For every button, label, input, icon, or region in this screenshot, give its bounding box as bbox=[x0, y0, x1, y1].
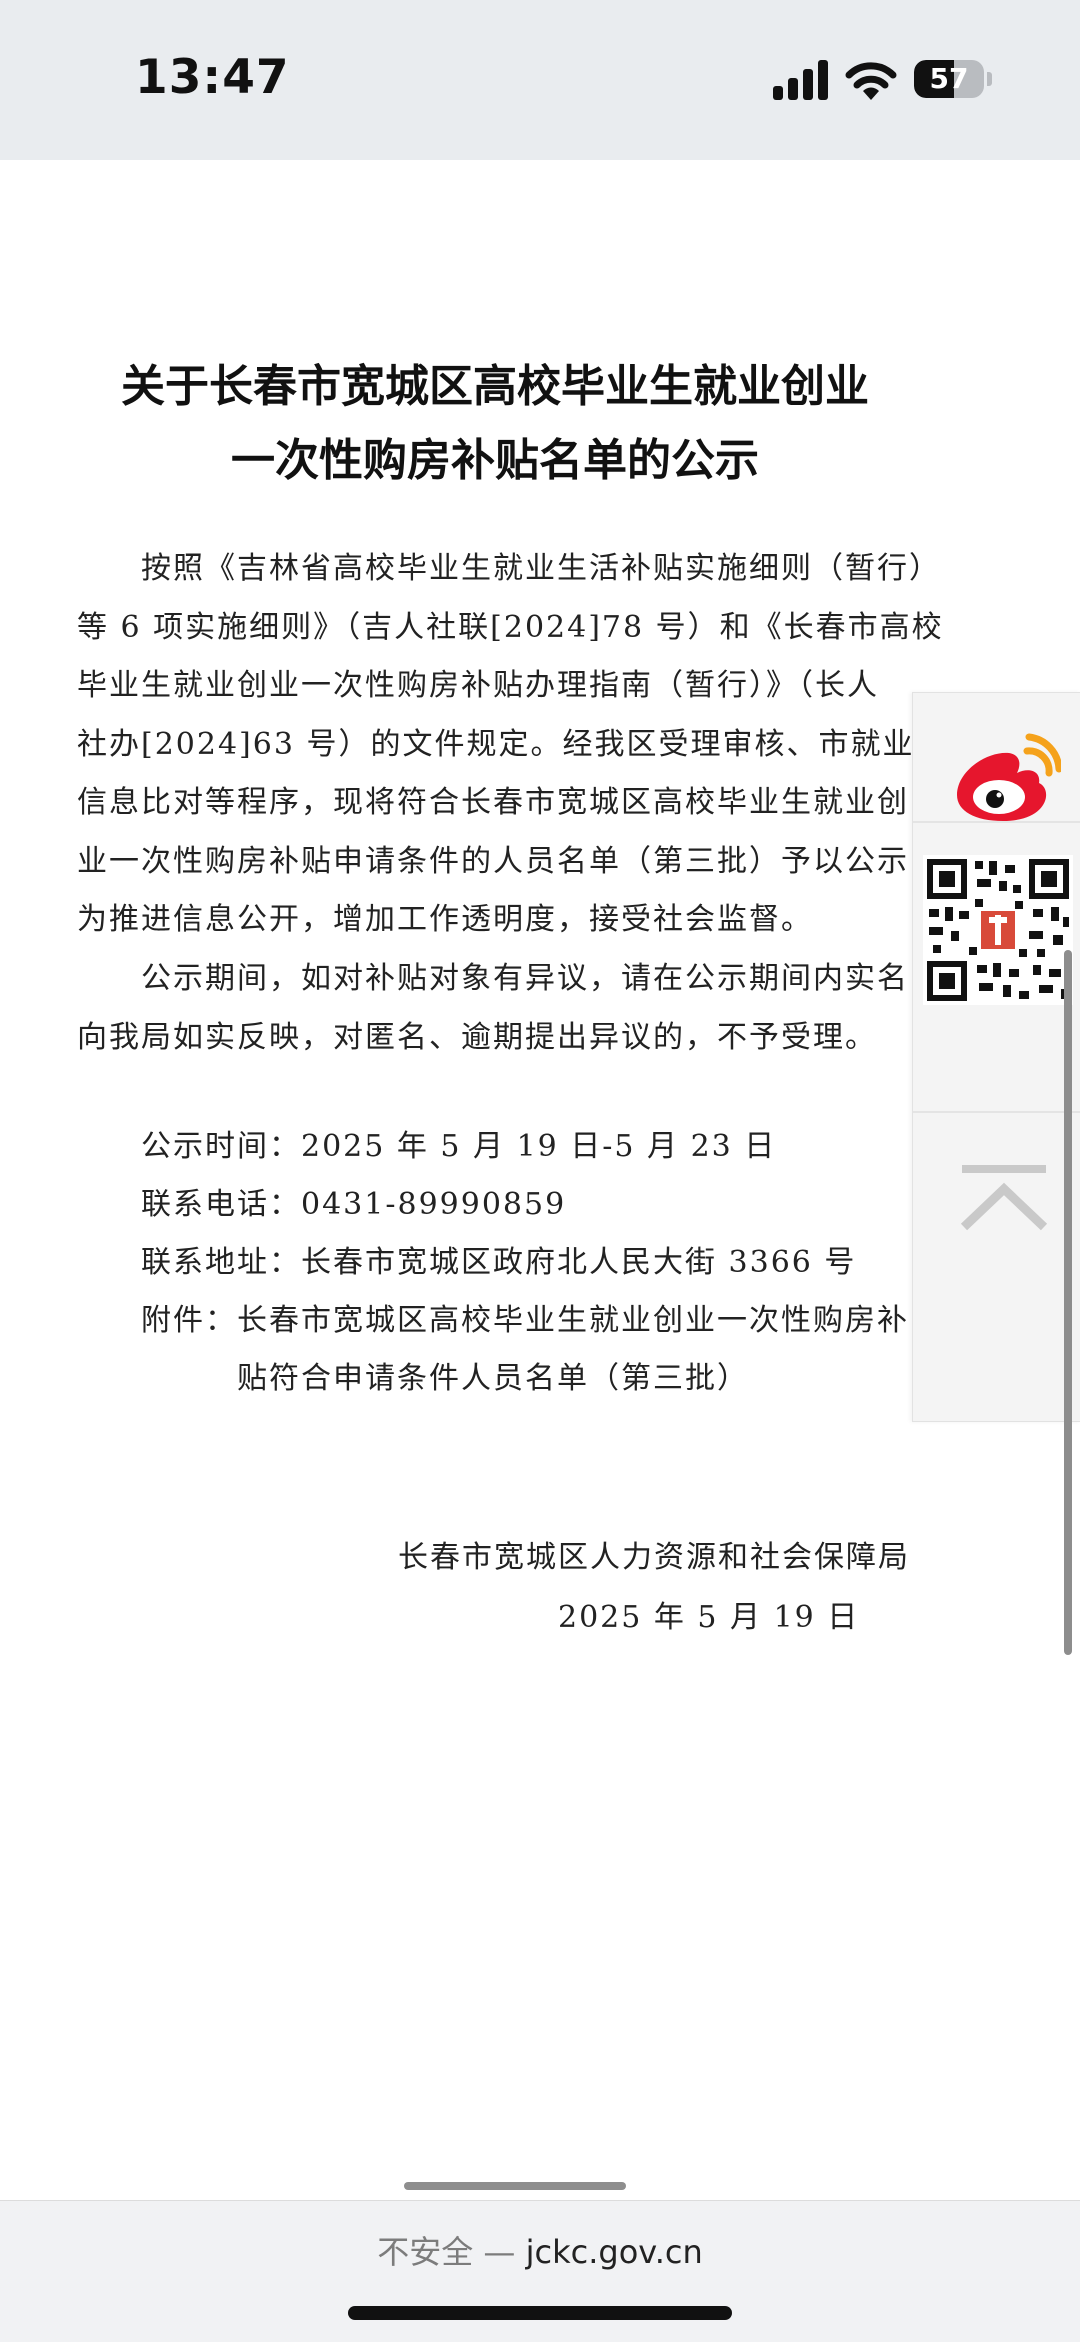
document-title: 关于长春市宽城区高校毕业生就业创业 一次性购房补贴名单的公示 bbox=[40, 350, 950, 498]
floating-share-panel bbox=[912, 692, 1080, 1422]
battery-icon: 57 bbox=[914, 60, 984, 98]
paragraph-line: 等 6 项实施细则》（吉人社联[2024]78 号）和《长春市高校 bbox=[77, 609, 944, 645]
wifi-icon bbox=[845, 62, 897, 100]
attachment-link[interactable]: 贴符合申请条件人员名单（第三批） bbox=[237, 1361, 749, 1396]
info-value: 2025 年 5 月 19 日-5 月 23 日 bbox=[301, 1129, 777, 1164]
title-line: 关于长春市宽城区高校毕业生就业创业 bbox=[121, 361, 869, 412]
paragraph-line: 毕业生就业创业一次性购房补贴办理指南（暂行）》（长人 bbox=[77, 668, 879, 703]
info-label: 附件： bbox=[141, 1303, 237, 1338]
info-attachment: 附件：长春市宽城区高校毕业生就业创业一次性购房补 bbox=[141, 1292, 909, 1350]
battery-level: 57 bbox=[929, 62, 969, 95]
paragraph-line: 信息比对等程序，现将符合长春市宽城区高校毕业生就业创 bbox=[77, 785, 909, 820]
browser-bottom-bar: 不安全 — jckc.gov.cn bbox=[0, 2200, 1080, 2342]
phone-number[interactable]: 0431-89990859 bbox=[301, 1187, 566, 1222]
qr-code-icon[interactable] bbox=[923, 855, 1073, 1005]
insecure-label: 不安全 — bbox=[377, 2233, 516, 2271]
weibo-icon[interactable] bbox=[949, 733, 1061, 825]
url-domain: jckc.gov.cn bbox=[525, 2233, 703, 2271]
paragraph-line: 业一次性购房补贴申请条件的人员名单（第三批）予以公示， bbox=[77, 843, 941, 879]
battery-cap bbox=[987, 72, 992, 86]
paragraph-line: 向我局如实反映，对匿名、逾期提出异议的，不予受理。 bbox=[77, 1019, 877, 1055]
back-to-top-icon[interactable] bbox=[958, 1163, 1050, 1233]
info-phone: 联系电话：0431-89990859 bbox=[141, 1176, 566, 1234]
paragraph-line: 公示期间，如对补贴对象有异议，请在公示期间内实名 bbox=[141, 961, 909, 996]
paragraph-objection: 公示期间，如对补贴对象有异议，请在公示期间内实名 向我局如实反映，对匿名、逾期提… bbox=[77, 950, 917, 1067]
paragraph-main: 按照《吉林省高校毕业生就业生活补贴实施细则（暂行） 等 6 项实施细则》（吉人社… bbox=[77, 540, 947, 950]
paragraph-line: 社办[2024]63 号）的文件规定。经我区受理审核、市就业局 bbox=[77, 726, 947, 762]
paragraph-line: 为推进信息公开，增加工作透明度，接受社会监督。 bbox=[77, 902, 813, 937]
info-address: 联系地址：长春市宽城区政府北人民大街 3366 号 bbox=[141, 1234, 856, 1292]
toolbar-drag-handle[interactable] bbox=[404, 2182, 626, 2190]
home-indicator[interactable] bbox=[348, 2306, 732, 2320]
info-label: 联系地址： bbox=[141, 1245, 301, 1280]
info-label: 公示时间： bbox=[141, 1129, 301, 1164]
title-line: 一次性购房补贴名单的公示 bbox=[231, 435, 759, 486]
address-bar[interactable]: 不安全 — jckc.gov.cn bbox=[0, 2227, 1080, 2273]
info-period: 公示时间：2025 年 5 月 19 日-5 月 23 日 bbox=[141, 1118, 776, 1176]
issue-date: 2025 年 5 月 19 日 bbox=[558, 1600, 860, 1635]
panel-divider bbox=[913, 1111, 1080, 1113]
status-bar: 13:47 57 bbox=[0, 0, 1080, 160]
page-scrollbar[interactable] bbox=[1064, 950, 1072, 1655]
status-time: 13:47 bbox=[135, 50, 290, 105]
signal-icon bbox=[773, 60, 828, 100]
info-value: 长春市宽城区政府北人民大街 3366 号 bbox=[301, 1245, 857, 1280]
info-attachment-cont: 贴符合申请条件人员名单（第三批） bbox=[237, 1350, 749, 1408]
issuer-name: 长春市宽城区人力资源和社会保障局 bbox=[398, 1540, 910, 1575]
panel-divider bbox=[913, 821, 1080, 823]
attachment-link[interactable]: 长春市宽城区高校毕业生就业创业一次性购房补 bbox=[237, 1303, 909, 1338]
info-label: 联系电话： bbox=[141, 1187, 301, 1222]
paragraph-line: 按照《吉林省高校毕业生就业生活补贴实施细则（暂行） bbox=[141, 551, 941, 586]
